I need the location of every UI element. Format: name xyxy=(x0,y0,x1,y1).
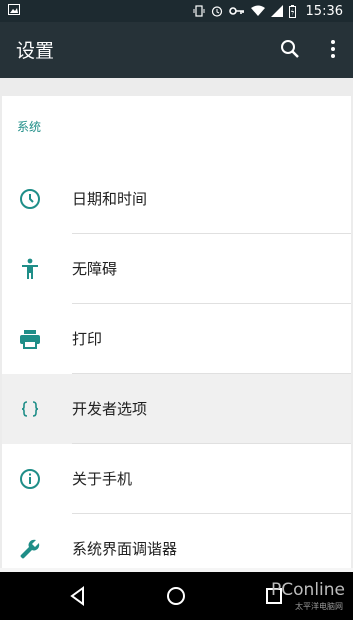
settings-item-date-time[interactable]: 日期和时间 xyxy=(2,164,351,234)
settings-item-label: 关于手机 xyxy=(72,470,133,488)
image-icon xyxy=(8,4,20,15)
settings-item-label: 无障碍 xyxy=(72,260,118,278)
watermark-logo: PConline xyxy=(271,580,345,600)
battery-icon xyxy=(288,4,296,18)
info-icon xyxy=(20,469,40,489)
clock-text: 15:36 xyxy=(305,3,343,19)
printer-icon xyxy=(20,330,40,349)
settings-item-accessibility[interactable]: 无障碍 xyxy=(2,234,351,304)
page-title: 设置 xyxy=(16,40,55,62)
settings-item-about-phone[interactable]: 关于手机 xyxy=(2,444,351,514)
settings-item-label: 打印 xyxy=(72,330,103,348)
signal-icon xyxy=(270,5,283,17)
wrench-icon xyxy=(20,539,40,559)
navigation-bar: PConline 太平洋电脑网 xyxy=(0,572,353,620)
settings-item-label: 开发者选项 xyxy=(72,400,148,418)
clock-icon xyxy=(20,189,40,209)
section-title: 系统 xyxy=(17,120,42,134)
app-bar: 设置 xyxy=(0,22,353,78)
alarm-icon xyxy=(211,6,222,17)
wifi-icon xyxy=(250,5,265,16)
settings-item-printing[interactable]: 打印 xyxy=(2,304,351,374)
search-icon[interactable] xyxy=(279,38,301,60)
vibrate-icon xyxy=(193,5,205,17)
status-bar: 15:36 xyxy=(0,0,353,22)
settings-item-developer-options[interactable]: 开发者选项 xyxy=(2,374,351,444)
content-area: 系统 日期和时间 无障碍 打印 开发者选项 关于手机 系统界面调谐器 xyxy=(0,78,353,568)
settings-item-label: 系统界面调谐器 xyxy=(72,540,178,558)
key-icon xyxy=(228,7,244,15)
braces-icon xyxy=(21,401,39,417)
watermark-subtitle: 太平洋电脑网 xyxy=(295,602,343,611)
settings-card: 系统 日期和时间 无障碍 打印 开发者选项 关于手机 系统界面调谐器 xyxy=(2,96,351,568)
settings-item-label: 日期和时间 xyxy=(72,190,148,208)
back-icon[interactable] xyxy=(66,584,90,608)
more-icon[interactable] xyxy=(329,38,337,60)
accessibility-icon xyxy=(22,258,38,279)
home-icon[interactable] xyxy=(164,584,188,608)
